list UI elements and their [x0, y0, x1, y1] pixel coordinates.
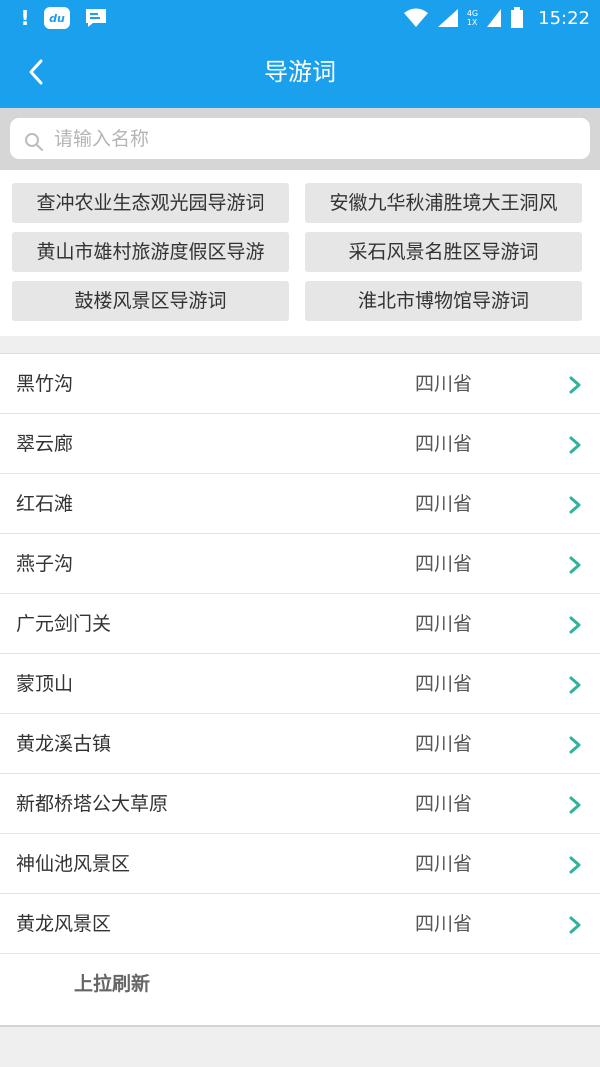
chevron-right-icon [569, 736, 581, 754]
network-label: 4G [466, 9, 479, 18]
hot-tag[interactable]: 鼓楼风景区导游词 [12, 281, 289, 321]
item-province: 四川省 [415, 913, 473, 935]
item-name: 神仙池风景区 [16, 853, 131, 875]
item-province: 四川省 [415, 793, 473, 815]
item-province: 四川省 [415, 493, 473, 515]
battery-icon [511, 7, 524, 28]
message-icon [86, 9, 106, 27]
item-name: 燕子沟 [16, 553, 74, 575]
status-time: 15:22 [538, 7, 590, 29]
search-box[interactable] [10, 118, 590, 159]
chevron-right-icon [569, 376, 581, 394]
hot-tag[interactable]: 黄山市雄村旅游度假区导游 [12, 232, 289, 272]
list-item[interactable]: 广元剑门关 四川省 [0, 594, 600, 654]
list-item[interactable]: 蒙顶山 四川省 [0, 654, 600, 714]
list-item[interactable]: 翠云廊 四川省 [0, 414, 600, 474]
page-title: 导游词 [264, 58, 336, 86]
item-name: 翠云廊 [16, 433, 74, 455]
signal-4g-icon [487, 9, 502, 27]
chevron-right-icon [569, 676, 581, 694]
list-item[interactable]: 黑竹沟 四川省 [0, 354, 600, 414]
app-bar: 导游词 [0, 36, 600, 108]
signal-icon [437, 9, 458, 27]
list-item[interactable]: 燕子沟 四川省 [0, 534, 600, 594]
item-name: 黑竹沟 [16, 373, 74, 395]
item-province: 四川省 [415, 673, 473, 695]
search-icon [25, 132, 43, 151]
hot-tag[interactable]: 淮北市博物馆导游词 [305, 281, 582, 321]
load-more-button[interactable]: 上拉刷新 [74, 969, 150, 996]
chevron-right-icon [569, 616, 581, 634]
network-type: 4G 1X [467, 9, 478, 27]
item-province: 四川省 [415, 433, 473, 455]
item-name: 新都桥塔公大草原 [16, 793, 169, 815]
list-item[interactable]: 神仙池风景区 四川省 [0, 834, 600, 894]
chevron-right-icon [569, 436, 581, 454]
du-app-label: du [49, 11, 65, 25]
list-item[interactable]: 黄龙溪古镇 四川省 [0, 714, 600, 774]
attraction-list: 黑竹沟 四川省 翠云廊 四川省 红石滩 四川省 燕子沟 四川省 广元剑门关 四川… [0, 353, 600, 1027]
chevron-right-icon [569, 496, 581, 514]
item-name: 红石滩 [16, 493, 74, 515]
chevron-right-icon [569, 796, 581, 814]
item-province: 四川省 [415, 613, 473, 635]
hot-tag[interactable]: 查冲农业生态观光园导游词 [12, 183, 289, 223]
wifi-icon [403, 8, 428, 27]
alert-icon: ! [20, 6, 30, 30]
search-input[interactable] [54, 127, 554, 150]
hot-tags-panel: 查冲农业生态观光园导游词 安徽九华秋浦胜境大王洞风 黄山市雄村旅游度假区导游 采… [0, 170, 600, 336]
chevron-right-icon [569, 856, 581, 874]
item-province: 四川省 [415, 553, 473, 575]
item-name: 黄龙风景区 [16, 913, 112, 935]
item-name: 广元剑门关 [16, 613, 112, 635]
du-app-icon: du [44, 7, 70, 29]
network-sub-label: 1X [466, 18, 478, 27]
list-item[interactable]: 红石滩 四川省 [0, 474, 600, 534]
item-name: 黄龙溪古镇 [16, 733, 112, 755]
item-province: 四川省 [415, 373, 473, 395]
list-item[interactable]: 新都桥塔公大草原 四川省 [0, 774, 600, 834]
chevron-right-icon [569, 916, 581, 934]
item-name: 蒙顶山 [16, 673, 74, 695]
hot-tag[interactable]: 采石风景名胜区导游词 [305, 232, 582, 272]
status-bar: ! du 4G 1X 15:22 [0, 0, 600, 36]
chevron-right-icon [569, 556, 581, 574]
search-bar [0, 108, 600, 170]
list-item[interactable]: 黄龙风景区 四川省 [0, 894, 600, 954]
hot-tag[interactable]: 安徽九华秋浦胜境大王洞风 [305, 183, 582, 223]
item-province: 四川省 [415, 853, 473, 875]
item-province: 四川省 [415, 733, 473, 755]
